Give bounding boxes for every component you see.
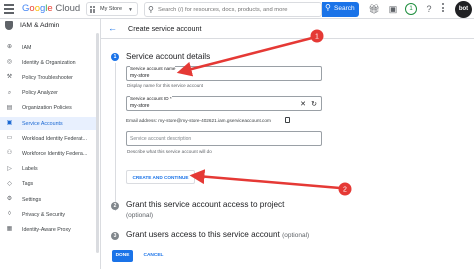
service-account-icon: ▣ xyxy=(6,120,13,126)
sidebar-item-policy-troubleshooter[interactable]: ⚒ Policy Troubleshooter xyxy=(0,71,96,84)
notification-badge[interactable]: 1 xyxy=(405,3,417,15)
project-selector[interactable]: My Store ▼ xyxy=(86,2,138,16)
step-3-optional: (optional) xyxy=(282,232,310,239)
sidebar-item-iam[interactable]: ⊕ IAM xyxy=(0,41,96,54)
doc-icon: ▤ xyxy=(6,104,13,111)
search-button-label: Search xyxy=(334,5,355,12)
sidebar-item-label: Service Accounts xyxy=(22,120,63,127)
project-dots-icon xyxy=(90,6,97,13)
person-circle-icon: ◎ xyxy=(6,59,13,66)
step-1-number: 1 xyxy=(111,53,119,61)
id-card-icon: ▭ xyxy=(6,135,13,142)
create-and-continue-button[interactable]: CREATE AND CONTINUE xyxy=(126,170,195,184)
service-account-id-value: my-store xyxy=(130,103,150,109)
page: Google Cloud My Store ▼ ⚲ ⚲ Search 🎁︎ ▣ … xyxy=(0,0,474,269)
shield-icon: ◊ xyxy=(8,211,11,218)
search-doc-icon: ⌕ xyxy=(7,89,12,96)
step-3-number: 3 xyxy=(111,232,119,240)
help-icon[interactable]: ? xyxy=(423,3,435,15)
service-account-id-label: Service account ID * xyxy=(130,96,172,101)
sidebar-header: IAM & Admin xyxy=(0,19,100,33)
email-address-text: Email address: my-store@my-store-402621.… xyxy=(126,118,271,123)
label-icon: ▷ xyxy=(7,165,12,172)
sidebar-item-label: Policy Troubleshooter xyxy=(22,74,73,81)
search-box[interactable]: ⚲ xyxy=(144,2,322,17)
clear-icon[interactable]: ✕ xyxy=(300,100,306,108)
settings-icon: ⚙ xyxy=(6,196,13,202)
sidebar-item-label: Workload Identity Federat... xyxy=(22,135,87,142)
search-button[interactable]: ⚲ Search xyxy=(322,2,359,17)
project-name: My Store xyxy=(100,6,123,12)
sidebar-item-label: Tags xyxy=(22,181,34,188)
sidebar-title: IAM & Admin xyxy=(20,22,60,29)
cloud-shell-icon[interactable]: ▣ xyxy=(387,3,399,15)
refresh-icon[interactable]: ↻ xyxy=(311,100,317,108)
back-arrow-icon[interactable]: ← xyxy=(108,23,117,33)
step-connector xyxy=(115,63,116,211)
gift-icon[interactable]: 🎁︎ xyxy=(368,3,380,15)
sidebar-item-settings[interactable]: ⚙ Settings xyxy=(0,193,96,206)
step-2-number: 2 xyxy=(111,202,119,210)
description-placeholder: Service account description xyxy=(130,136,192,142)
sidebar-item-label: Policy Analyzer xyxy=(22,90,58,97)
description-helper-text: Describe what this service account will … xyxy=(127,149,212,154)
sidebar-item-label: IAM xyxy=(22,44,32,51)
proxy-icon: ▦ xyxy=(6,226,13,233)
main-content: ← Create service account 1 Service accou… xyxy=(101,19,474,269)
cancel-button[interactable]: CANCEL xyxy=(141,250,166,262)
step-2-optional: (optional) xyxy=(126,212,154,219)
search-icon: ⚲ xyxy=(148,5,154,14)
avatar[interactable]: bot xyxy=(455,1,472,18)
done-button[interactable]: DONE xyxy=(112,250,133,262)
google-cloud-logo[interactable]: Google Cloud xyxy=(22,3,80,14)
service-account-name-label: Service account name xyxy=(130,66,176,71)
chevron-down-icon: ▼ xyxy=(128,7,133,13)
sidebar-scrollbar[interactable] xyxy=(96,33,99,253)
step-3-title[interactable]: Grant users access to this service accou… xyxy=(126,230,309,239)
step-3-title-text: Grant users access to this service accou… xyxy=(126,230,280,239)
sidebar-item-label: Identity & Organization xyxy=(22,59,76,66)
shield-icon xyxy=(5,21,13,30)
sidebar: IAM & Admin ⊕ IAM ◎ Identity & Organization… xyxy=(0,19,101,269)
sidebar-item-tags[interactable]: ◇ Tags xyxy=(0,178,96,191)
step-2-title[interactable]: Grant this service account access to pro… xyxy=(126,200,284,209)
sidebar-item-organization-policies[interactable]: ▤ Organization Policies xyxy=(0,102,96,115)
sidebar-item-identity-aware-proxy[interactable]: ▦ Identity-Aware Proxy xyxy=(0,223,96,236)
service-account-name-value: my-store xyxy=(130,73,150,79)
tag-icon: ◇ xyxy=(7,180,12,187)
people-icon: ⚇ xyxy=(6,150,13,157)
sidebar-item-label: Identity-Aware Proxy xyxy=(22,226,71,233)
search-input[interactable] xyxy=(158,4,320,15)
copy-icon[interactable] xyxy=(285,117,290,123)
more-options-icon[interactable] xyxy=(441,3,445,15)
main-header: ← Create service account xyxy=(101,19,474,39)
sidebar-item-identity-organization[interactable]: ◎ Identity & Organization xyxy=(0,56,96,69)
sidebar-item-label: Organization Policies xyxy=(22,105,72,112)
sidebar-item-label: Labels xyxy=(22,166,38,173)
sidebar-item-policy-analyzer[interactable]: ⌕ Policy Analyzer xyxy=(0,87,96,100)
page-title: Create service account xyxy=(128,24,202,33)
sidebar-item-label: Workforce Identity Federa... xyxy=(22,150,88,157)
service-account-description-field[interactable]: Service account description xyxy=(126,131,322,146)
sidebar-item-workload-identity-federat[interactable]: ▭ Workload Identity Federat... xyxy=(0,132,96,145)
name-helper-text: Display name for this service account xyxy=(127,83,204,88)
wrench-icon: ⚒ xyxy=(6,74,13,81)
sidebar-item-labels[interactable]: ▷ Labels xyxy=(0,163,96,176)
sidebar-item-workforce-identity-federa[interactable]: ⚇ Workforce Identity Federa... xyxy=(0,147,96,160)
service-account-name-field[interactable]: Service account name my-store xyxy=(126,66,322,81)
search-icon: ⚲ xyxy=(325,3,331,12)
sidebar-item-label: Privacy & Security xyxy=(22,211,65,218)
sidebar-item-label: Settings xyxy=(22,196,42,203)
step-1-title: Service account details xyxy=(126,52,211,61)
sidebar-item-service-accounts[interactable]: ▣ Service Accounts xyxy=(0,117,96,130)
hamburger-menu-icon[interactable] xyxy=(4,4,14,14)
person-add-icon: ⊕ xyxy=(6,44,13,50)
service-account-id-field[interactable]: Service account ID * my-store ✕ ↻ xyxy=(126,96,322,111)
top-bar: Google Cloud My Store ▼ ⚲ ⚲ Search 🎁︎ ▣ … xyxy=(0,0,474,19)
sidebar-item-privacy-security[interactable]: ◊ Privacy & Security xyxy=(0,208,96,221)
